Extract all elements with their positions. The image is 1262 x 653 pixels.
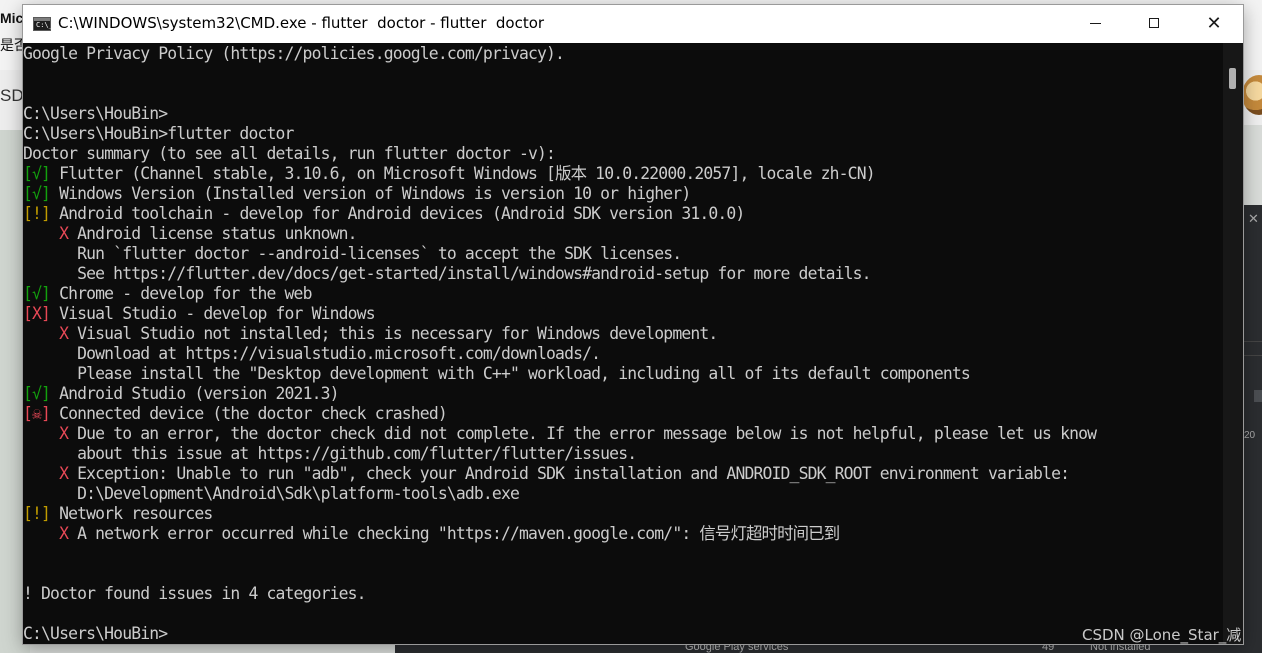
console-text-segment bbox=[23, 324, 59, 343]
console-text-segment: Due to an error, the doctor check did no… bbox=[68, 424, 1097, 443]
console-text-segment: X bbox=[59, 524, 69, 543]
console-text-segment: [X] bbox=[23, 304, 51, 323]
console-line: C:\Users\HouBin>flutter doctor bbox=[23, 124, 294, 144]
console-text-segment: C:\Users\HouBin> bbox=[23, 104, 168, 123]
console-text-segment: Visual Studio not installed; this is nec… bbox=[68, 324, 718, 343]
console-text-segment: Windows Version (Installed version of Wi… bbox=[50, 184, 691, 203]
console-text-segment: X bbox=[59, 224, 69, 243]
cmd-icon-label: C:\_ bbox=[36, 21, 53, 29]
watermark: CSDN @Lone_Star_减 bbox=[1082, 626, 1242, 644]
console-text-segment bbox=[23, 424, 59, 443]
console-line: [!] Android toolchain - develop for Andr… bbox=[23, 204, 745, 224]
console-line: [√] Chrome - develop for the web bbox=[23, 284, 312, 304]
console-line: X A network error occurred while checkin… bbox=[23, 524, 840, 544]
console-line: [X] Visual Studio - develop for Windows bbox=[23, 304, 376, 324]
console-text-segment: Android Studio (version 2021.3) bbox=[50, 384, 339, 403]
console-line: X Android license status unknown. bbox=[23, 224, 357, 244]
cmd-app-icon[interactable]: C:\_ bbox=[33, 17, 53, 31]
maximize-icon bbox=[1149, 18, 1159, 28]
console-line: C:\Users\HouBin> bbox=[23, 104, 168, 124]
console-line: D:\Development\Android\Sdk\platform-tool… bbox=[23, 484, 520, 504]
console-text-segment: Flutter (Channel stable, 3.10.6, on Micr… bbox=[50, 164, 876, 183]
minimize-button[interactable] bbox=[1068, 5, 1126, 43]
console-text-segment: [√] bbox=[23, 384, 51, 403]
console-text-segment: C:\Users\HouBin>flutter doctor bbox=[23, 124, 294, 143]
console-text-segment: [√] bbox=[23, 284, 51, 303]
console-text-segment: Doctor summary (to see all details, run … bbox=[23, 144, 556, 163]
console-text-segment: [√] bbox=[23, 184, 51, 203]
console-line: Doctor summary (to see all details, run … bbox=[23, 144, 556, 164]
console-line: [√] Windows Version (Installed version o… bbox=[23, 184, 691, 204]
window-title: C:\WINDOWS\system32\CMD.exe - flutter do… bbox=[58, 14, 545, 32]
console-text-segment: Android toolchain - develop for Android … bbox=[50, 204, 745, 223]
console-text-segment: C:\Users\HouBin> bbox=[23, 624, 168, 643]
minimize-icon bbox=[1090, 23, 1101, 24]
console-line: [!] Network resources bbox=[23, 504, 213, 524]
console-text-segment: X bbox=[59, 324, 69, 343]
console-line: Google Privacy Policy (https://policies.… bbox=[23, 44, 565, 64]
console-text-segment bbox=[23, 464, 59, 483]
console-text-segment: Connected device (the doctor check crash… bbox=[50, 404, 448, 423]
console-line: Run `flutter doctor --android-licenses` … bbox=[23, 244, 682, 264]
cmd-window[interactable]: C:\_ C:\WINDOWS\system32\CMD.exe - flutt… bbox=[23, 5, 1243, 644]
console-text-segment: [☠] bbox=[23, 404, 51, 423]
console-line: Please install the "Desktop development … bbox=[23, 364, 971, 384]
console-text-segment bbox=[23, 224, 59, 243]
background-ide-block bbox=[1254, 390, 1262, 402]
console-text-segment: about this issue at https://github.com/f… bbox=[23, 444, 637, 463]
background-text-fragment: SD bbox=[0, 86, 24, 105]
console-line: X Visual Studio not installed; this is n… bbox=[23, 324, 718, 344]
console-text-segment: Run `flutter doctor --android-licenses` … bbox=[23, 244, 682, 263]
console-line: ! Doctor found issues in 4 categories. bbox=[23, 584, 367, 604]
close-icon: ✕ bbox=[1206, 13, 1222, 34]
title-bar[interactable]: C:\_ C:\WINDOWS\system32\CMD.exe - flutt… bbox=[23, 5, 1243, 43]
console-text-segment: [√] bbox=[23, 164, 51, 183]
console-text-segment: X bbox=[59, 464, 69, 483]
console-text-segment bbox=[23, 524, 59, 543]
console-line: [√] Flutter (Channel stable, 3.10.6, on … bbox=[23, 164, 876, 184]
close-icon[interactable]: ✕ bbox=[1248, 211, 1259, 227]
scrollbar[interactable] bbox=[1223, 43, 1243, 644]
console-text-segment: See https://flutter.dev/docs/get-started… bbox=[23, 264, 871, 283]
background-text-fragment: Mic bbox=[0, 10, 24, 26]
console-text-segment: Google Privacy Policy (https://policies.… bbox=[23, 44, 565, 63]
console-line: X Exception: Unable to run "adb", check … bbox=[23, 464, 1070, 484]
console-output[interactable]: Google Privacy Policy (https://policies.… bbox=[23, 43, 1223, 644]
console-line: X Due to an error, the doctor check did … bbox=[23, 424, 1097, 444]
console-text-segment: ! Doctor found issues in 4 categories. bbox=[23, 584, 367, 603]
console-line: C:\Users\HouBin> bbox=[23, 624, 168, 644]
scrollbar-thumb[interactable] bbox=[1229, 68, 1236, 89]
console-line: [√] Android Studio (version 2021.3) bbox=[23, 384, 339, 404]
console-text-segment: [!] bbox=[23, 204, 51, 223]
console-line: Download at https://visualstudio.microso… bbox=[23, 344, 601, 364]
console-text-segment: [!] bbox=[23, 504, 51, 523]
console-text-segment: Download at https://visualstudio.microso… bbox=[23, 344, 601, 363]
background-ide-number: 20 bbox=[1244, 430, 1256, 441]
console-line: [☠] Connected device (the doctor check c… bbox=[23, 404, 448, 424]
console-text-segment: X bbox=[59, 424, 69, 443]
console-text-segment: Visual Studio - develop for Windows bbox=[50, 304, 375, 323]
maximize-button[interactable] bbox=[1126, 5, 1184, 43]
console-text-segment: Network resources bbox=[50, 504, 213, 523]
console-text-segment: A network error occurred while checking … bbox=[68, 524, 840, 543]
console-text-segment: Chrome - develop for the web bbox=[50, 284, 312, 303]
console-text-segment: Exception: Unable to run "adb", check yo… bbox=[68, 464, 1070, 483]
console-line: See https://flutter.dev/docs/get-started… bbox=[23, 264, 871, 284]
console-text-segment: Android license status unknown. bbox=[68, 224, 357, 243]
console-line: about this issue at https://github.com/f… bbox=[23, 444, 637, 464]
console-text-segment: Please install the "Desktop development … bbox=[23, 364, 971, 383]
console-text-segment: D:\Development\Android\Sdk\platform-tool… bbox=[23, 484, 520, 503]
close-button[interactable]: ✕ bbox=[1185, 5, 1243, 43]
